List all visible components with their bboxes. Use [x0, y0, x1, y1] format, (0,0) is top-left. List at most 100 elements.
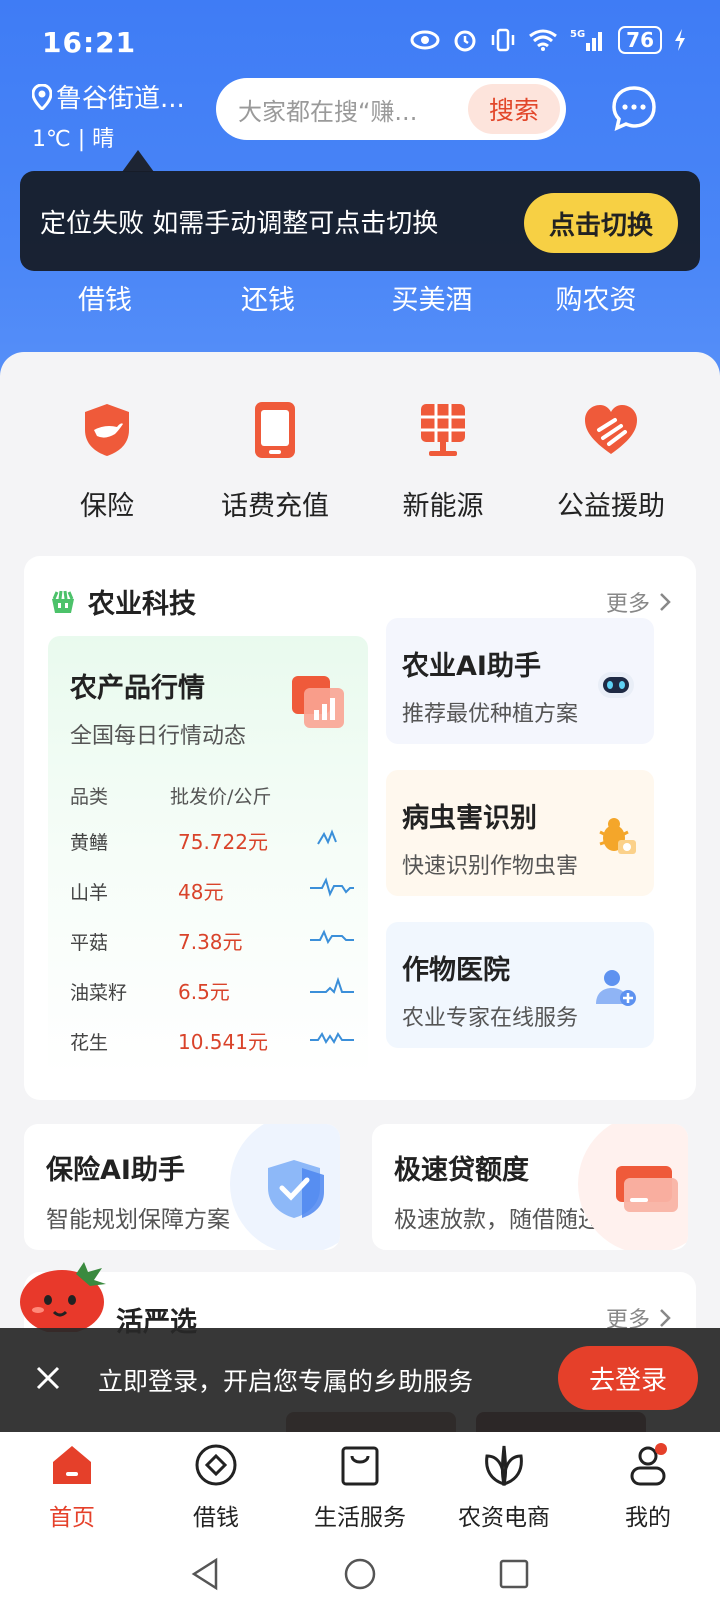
market-row-name: 平菇 [70, 932, 109, 954]
switch-location-button[interactable]: 点击切换 [524, 193, 678, 253]
tab-life-services[interactable]: 生活服务 [288, 1442, 432, 1532]
bar-chart-icon [292, 676, 344, 728]
fast-loan-title: 极速贷额度 [394, 1155, 529, 1186]
trend-sparkline-icon [310, 976, 354, 994]
service-new-energy[interactable]: 新能源 [358, 400, 528, 523]
user-icon [630, 1443, 667, 1486]
market-subtitle: 全国每日行情动态 [70, 724, 247, 749]
status-time: 16:21 [42, 26, 137, 59]
insurance-shield-icon [85, 404, 129, 456]
trend-sparkline-icon [317, 829, 337, 845]
tab-mine[interactable]: 我的 [576, 1442, 720, 1532]
status-bar: 16:21 5G 76 [0, 22, 720, 62]
tab-mine-label: 我的 [625, 1505, 671, 1531]
col-category: 品类 [70, 786, 109, 808]
service-insurance-label: 保险 [80, 491, 134, 522]
pest-recognition-card[interactable]: 病虫害识别 快速识别作物虫害 [386, 770, 654, 896]
service-new-energy-label: 新能源 [402, 491, 484, 522]
robot-icon [598, 672, 634, 698]
tab-farm-ecommerce-label: 农资电商 [458, 1505, 550, 1531]
market-row: 山羊 48元 [48, 870, 368, 910]
chevron-right-icon [660, 593, 671, 611]
card-icon [616, 1166, 678, 1212]
login-prompt-bar: 立即登录，开启您专属的乡助服务 去登录 [0, 1328, 720, 1432]
login-prompt-text: 立即登录，开启您专属的乡助服务 [98, 1367, 474, 1396]
tomato-mascot-icon[interactable] [14, 1256, 114, 1332]
market-row: 花生 10.541元 [48, 1020, 368, 1060]
signal-5g-icon: 5G [570, 29, 603, 51]
market-row-name: 黄鳝 [70, 832, 109, 854]
home-nav-icon[interactable] [342, 1556, 378, 1592]
service-charity-label: 公益援助 [557, 491, 665, 522]
market-row: 黄鳝 75.722元 [48, 820, 368, 860]
wifi-icon [529, 29, 558, 51]
agri-tech-header: 农业科技 [48, 582, 196, 621]
crop-hospital-card[interactable]: 作物医院 农业专家在线服务 [386, 922, 654, 1048]
fast-loan-card[interactable]: 极速贷额度 极速放款，随借随还 [372, 1124, 688, 1250]
market-row-name: 油菜籽 [70, 982, 128, 1004]
insurance-ai-card[interactable]: 保险AI助手 智能规划保障方案 [24, 1124, 340, 1250]
market-row-price: 6.5元 [178, 980, 230, 1004]
crop-hospital-title: 作物医院 [402, 955, 510, 986]
location-name: 鲁谷街道... [56, 84, 185, 114]
location-pin-icon [32, 83, 52, 110]
system-nav-bar [0, 1538, 720, 1610]
pest-title: 病虫害识别 [402, 803, 537, 834]
tab-borrow-label: 借钱 [193, 1505, 239, 1531]
quick-action-buy-farm-supplies[interactable]: 购农资 [516, 278, 676, 317]
market-row-price: 7.38元 [178, 930, 243, 954]
agri-ai-helper-card[interactable]: 农业AI助手 推荐最优种植方案 [386, 618, 654, 744]
recents-nav-icon[interactable] [496, 1556, 532, 1592]
location-tooltip: 定位失败 如需手动调整可点击切换 点击切换 [20, 171, 700, 271]
status-icons: 5G 76 [410, 26, 686, 54]
basket-icon [52, 590, 74, 613]
chevron-right-icon [660, 1309, 671, 1327]
home-icon [53, 1446, 91, 1484]
market-row-price: 48元 [178, 880, 224, 904]
close-icon[interactable] [34, 1364, 62, 1392]
coin-icon [195, 1444, 237, 1486]
search-bar[interactable]: 大家都在搜“赚... 搜索 [216, 78, 566, 140]
market-title: 农产品行情 [70, 673, 205, 704]
service-topup[interactable]: 话费充值 [190, 400, 360, 523]
trend-sparkline-icon [310, 1032, 354, 1044]
tab-borrow[interactable]: 借钱 [144, 1442, 288, 1532]
alarm-icon [454, 30, 476, 52]
pest-subtitle: 快速识别作物虫害 [402, 854, 579, 879]
search-input[interactable]: 大家都在搜“赚... [216, 92, 468, 127]
search-button[interactable]: 搜索 [468, 84, 560, 134]
charging-icon [675, 29, 685, 51]
message-icon[interactable] [610, 84, 658, 132]
market-quotes-card[interactable]: 农产品行情 全国每日行情动态 品类 批发价/公斤 黄鳝 75.722元 山羊 4… [48, 636, 368, 1076]
agri-more-link[interactable]: 更多 [606, 586, 672, 618]
quick-action-repay[interactable]: 还钱 [188, 278, 348, 317]
heart-hand-icon [585, 405, 637, 454]
market-row-name: 花生 [70, 1032, 109, 1054]
market-row: 油菜籽 6.5元 [48, 970, 368, 1010]
shopping-bag-icon [341, 1446, 379, 1486]
back-nav-icon[interactable] [188, 1556, 224, 1592]
agri-tech-title: 农业科技 [88, 589, 196, 620]
svg-text:5G: 5G [570, 29, 585, 40]
battery-indicator: 76 [618, 26, 662, 54]
market-row-price: 10.541元 [178, 1030, 268, 1054]
market-row-price: 75.722元 [178, 830, 268, 854]
service-topup-label: 话费充值 [221, 491, 329, 522]
agri-more-label: 更多 [605, 592, 650, 617]
service-charity[interactable]: 公益援助 [526, 400, 696, 523]
location-selector[interactable]: 鲁谷街道... 1℃ | 晴 [32, 78, 185, 153]
login-button[interactable]: 去登录 [558, 1346, 698, 1410]
tooltip-arrow [122, 150, 154, 172]
insurance-ai-subtitle: 智能规划保障方案 [46, 1207, 230, 1233]
insurance-ai-title: 保险AI助手 [46, 1155, 185, 1186]
tab-home-label: 首页 [49, 1505, 95, 1531]
tab-home[interactable]: 首页 [0, 1442, 144, 1532]
fast-loan-subtitle: 极速放款，随借随还 [394, 1207, 601, 1233]
weather-info: 1℃ | 晴 [32, 127, 115, 152]
service-insurance[interactable]: 保险 [22, 400, 192, 523]
quick-action-buy-liquor[interactable]: 买美酒 [352, 278, 512, 317]
tab-farm-ecommerce[interactable]: 农资电商 [432, 1442, 576, 1532]
bug-icon [599, 818, 636, 854]
vibrate-icon [491, 28, 515, 52]
quick-action-borrow[interactable]: 借钱 [25, 278, 185, 317]
